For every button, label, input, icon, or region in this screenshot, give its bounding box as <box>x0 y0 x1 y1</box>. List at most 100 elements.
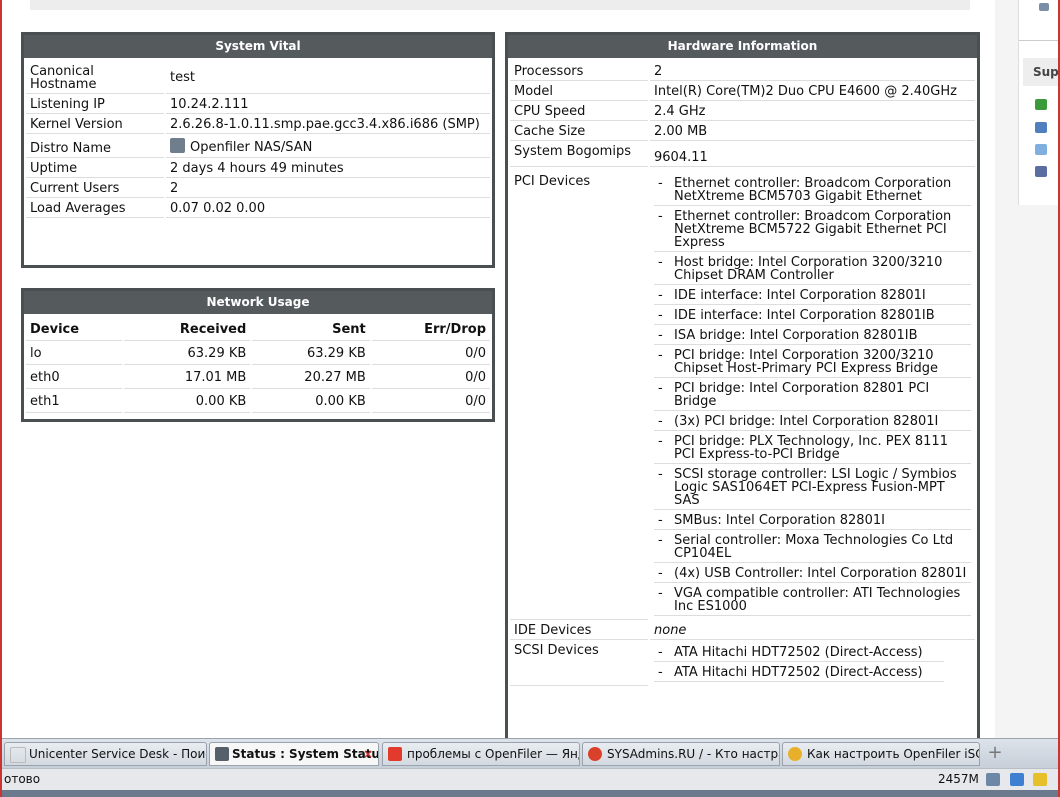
tab-label: Как настроить OpenFiler iSCSI... <box>807 747 979 761</box>
database-icon[interactable] <box>1035 122 1047 133</box>
table-row: Current Users 2 <box>26 180 490 198</box>
tab-label: проблемы с OpenFiler — Янд... <box>407 747 580 761</box>
scsi-device-list: - ATA Hitachi HDT72502 (Direct-Access) - AT… <box>654 644 944 682</box>
table-row: Load Averages 0.07 0.02 0.00 <box>26 200 490 218</box>
network-usage-title: Network Usage <box>24 291 492 314</box>
tab-yandex[interactable]: проблемы с OpenFiler — Янд... <box>382 742 580 766</box>
bullet-dash: - <box>658 348 663 363</box>
distro-name-label: Distro Name <box>26 136 164 158</box>
tab-label: SYSAdmins.RU / - Кто настра... <box>607 747 780 761</box>
sent-cell: 0.00 KB <box>252 391 370 413</box>
bullet-dash: - <box>658 586 663 601</box>
device-name: Ethernet controller: Broadcom Corporatio… <box>674 209 952 250</box>
openfiler-icon <box>215 747 229 761</box>
model-label: Model <box>510 83 648 101</box>
book-icon[interactable] <box>1035 166 1047 177</box>
table-row: eth0 17.01 MB 20.27 MB 0/0 <box>26 367 490 389</box>
yandex-icon <box>388 747 402 761</box>
bullet-dash: - <box>658 513 663 528</box>
download-icon[interactable] <box>1010 773 1024 786</box>
device-name: IDE interface: Intel Corporation 82801I <box>674 288 926 303</box>
speaker-icon[interactable] <box>986 773 1000 786</box>
err-drop-cell: 0/0 <box>371 343 490 365</box>
tab-label: Status : System Status <box>232 747 379 761</box>
edit-icon[interactable] <box>1035 144 1047 155</box>
err-drop-cell: 0/0 <box>371 367 490 389</box>
device-name: (3x) PCI bridge: Intel Corporation 82801… <box>674 414 939 429</box>
listening-ip-label: Listening IP <box>26 96 164 114</box>
bullet-dash: - <box>658 533 663 548</box>
tab-openfiler-iscsi[interactable]: Как настроить OpenFiler iSCSI... <box>782 742 980 766</box>
device-name: ATA Hitachi HDT72502 (Direct-Access) <box>674 645 923 660</box>
distro-name-cell: Openfiler NAS/SAN <box>166 136 490 158</box>
device-name: PCI bridge: PLX Technology, Inc. PEX 811… <box>674 434 948 462</box>
status-text: отово <box>4 772 41 786</box>
column-header: Received <box>124 319 251 341</box>
cpu-speed-label: CPU Speed <box>510 103 648 121</box>
tab-unicenter[interactable]: Unicenter Service Desk - Поиск с... <box>4 742 207 766</box>
pci-device-list: - Ethernet controller: Broadcom Corporati… <box>654 175 971 616</box>
column-header: Err/Drop <box>371 319 490 341</box>
bullet-dash: - <box>658 665 663 680</box>
list-item: - ATA Hitachi HDT72502 (Direct-Access) <box>654 644 944 662</box>
cache-size-label: Cache Size <box>510 123 648 141</box>
bullet-dash: - <box>658 645 663 660</box>
tab-sysadmins[interactable]: SYSAdmins.RU / - Кто настра... <box>582 742 780 766</box>
lightning-icon[interactable] <box>1033 773 1047 786</box>
device-name: Host bridge: Intel Corporation 3200/3210… <box>674 255 943 283</box>
column-header: Sent <box>252 319 370 341</box>
star-icon <box>788 747 802 761</box>
bullet-dash: - <box>658 467 663 482</box>
uptime-value: 2 days 4 hours 49 minutes <box>166 160 490 178</box>
list-item: - SMBus: Intel Corporation 82801I <box>654 512 971 530</box>
table-row: Canonical Hostname test <box>26 63 490 94</box>
network-usage-table: Device Received Sent Err/Drop lo 63.29 K… <box>24 317 492 415</box>
device-cell: lo <box>26 343 123 365</box>
bullet-dash: - <box>658 308 663 323</box>
device-name: PCI bridge: Intel Corporation 82801 PCI … <box>674 381 930 409</box>
cache-size-value: 2.00 MB <box>650 123 975 141</box>
bullet-dash: - <box>658 176 663 191</box>
list-item: - Ethernet controller: Broadcom Corporati… <box>654 208 971 252</box>
table-row: eth1 0.00 KB 0.00 KB 0/0 <box>26 391 490 413</box>
bullet-dash: - <box>658 288 663 303</box>
uptime-label: Uptime <box>26 160 164 178</box>
new-tab-button[interactable]: + <box>985 744 1005 764</box>
table-row: Kernel Version 2.6.26.8-1.0.11.smp.pae.g… <box>26 116 490 134</box>
processors-value: 2 <box>650 63 975 81</box>
page-icon <box>10 747 26 763</box>
processors-label: Processors <box>510 63 648 81</box>
column-header: Device <box>26 319 123 341</box>
bogomips-label: System Bogomips <box>510 143 648 167</box>
device-name: IDE interface: Intel Corporation 82801IB <box>674 308 935 323</box>
current-users-label: Current Users <box>26 180 164 198</box>
table-row: lo 63.29 KB 63.29 KB 0/0 <box>26 343 490 365</box>
list-item: - Ethernet controller: Broadcom Corporati… <box>654 175 971 206</box>
device-name: Serial controller: Moxa Technologies Co … <box>674 533 954 561</box>
err-drop-cell: 0/0 <box>371 391 490 413</box>
list-item: - IDE interface: Intel Corporation 82801I… <box>654 307 971 325</box>
table-row: CPU Speed 2.4 GHz <box>510 103 975 121</box>
close-tab-icon[interactable]: × <box>363 743 373 765</box>
system-vital-panel: System Vital Canonical Hostname test Lis… <box>21 32 495 268</box>
sysadmins-icon <box>588 747 602 761</box>
memory-usage: 2457M <box>938 772 979 786</box>
device-name: (4x) USB Controller: Intel Corporation 8… <box>674 566 967 581</box>
bullet-dash: - <box>658 434 663 449</box>
list-item: - ISA bridge: Intel Corporation 82801IB <box>654 327 971 345</box>
device-name: Ethernet controller: Broadcom Corporatio… <box>674 176 952 204</box>
pci-devices-label: PCI Devices <box>510 169 648 620</box>
sidebar-top-box <box>1019 0 1060 41</box>
hostname-value: test <box>166 63 490 94</box>
tab-system-status[interactable]: Status : System Status × <box>209 742 379 766</box>
system-vital-table: Canonical Hostname test Listening IP 10.… <box>24 61 492 220</box>
bug-icon[interactable] <box>1035 99 1047 110</box>
system-vital-title: System Vital <box>24 35 492 58</box>
network-usage-panel: Network Usage Device Received Sent Err/D… <box>21 288 495 422</box>
os-taskbar <box>0 790 1060 797</box>
list-item: - ATA Hitachi HDT72502 (Direct-Access) <box>654 664 944 682</box>
hardware-information-panel: Hardware Information Processors 2 Model … <box>505 32 980 738</box>
list-item: - IDE interface: Intel Corporation 82801I <box>654 287 971 305</box>
table-row: Processors 2 <box>510 63 975 81</box>
device-cell: eth1 <box>26 391 123 413</box>
